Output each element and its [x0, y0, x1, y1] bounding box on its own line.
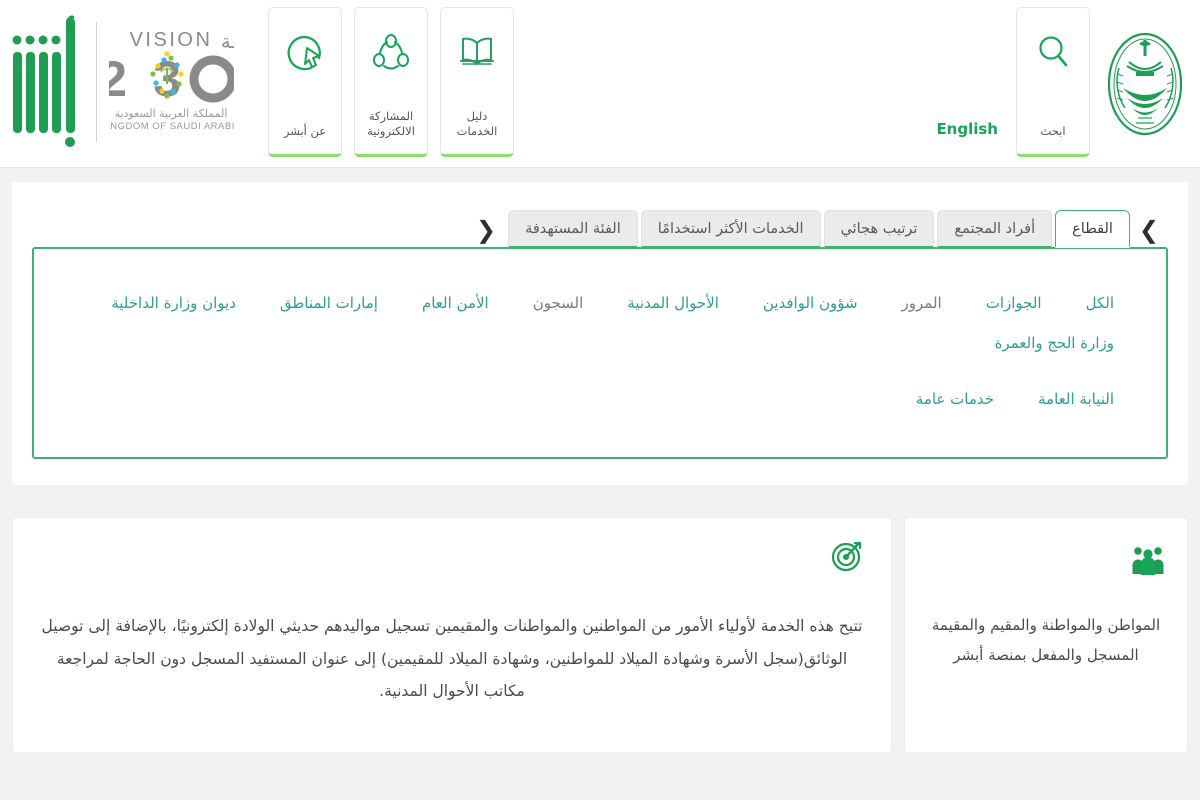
vision-2030-logo: VISION رؤيـــة 2 3 [99, 24, 271, 140]
tabs-next-arrow-icon[interactable]: ❮ [467, 218, 505, 248]
services-guide-label: دليل الخدمات [456, 108, 498, 139]
language-switch-link[interactable]: English [936, 120, 998, 138]
tab-alphabetical-order-label: ترتيب هجائي [840, 220, 918, 237]
search-icon [1036, 34, 1070, 74]
sector-chip-row-1: الكل الجوازات المرور شؤون الوافدين الأحو… [60, 275, 1140, 371]
filter-chip-regional-emirates[interactable]: إمارات المناطق [258, 283, 400, 323]
saudi-ministry-of-interior-emblem-icon [1107, 32, 1183, 136]
filter-chip-hajj-umrah-ministry[interactable]: وزارة الحج والعمرة [973, 323, 1136, 363]
tab-sector[interactable]: القطاع [1055, 209, 1130, 248]
e-participation-label: المشاركة الالكترونية [367, 108, 415, 139]
target-audience-card: المواطن والمواطنة والمقيم والمقيمة المسج… [904, 517, 1188, 753]
tab-target-group[interactable]: الفئة المستهدفة [508, 209, 638, 248]
filter-chip-public-prosecution[interactable]: النيابة العامة [1016, 379, 1136, 419]
filter-chip-passports[interactable]: الجوازات [964, 283, 1064, 323]
target-audience-text: المواطن والمواطنة والمقيم والمقيمة المسج… [931, 616, 1161, 664]
tabs-prev-arrow-icon[interactable]: ❯ [1130, 218, 1168, 248]
tab-most-used-services[interactable]: الخدمات الأكثر استخدامًا [640, 209, 821, 248]
filter-chip-public-security[interactable]: الأمن العام [400, 283, 511, 323]
services-filter-panel: ❯ القطاع أفراد المجتمع ترتيب هجائي الخدم… [12, 182, 1188, 485]
e-participation-people-network-icon [371, 34, 411, 76]
category-tabs: ❯ القطاع أفراد المجتمع ترتيب هجائي الخدم… [32, 204, 1168, 248]
svg-text:VISION: VISION [130, 29, 213, 51]
tab-sector-label: القطاع [1072, 220, 1113, 237]
header-nav-tiles: دليل الخدمات المشاركة الالكترونية عن أبش… [268, 0, 514, 157]
tab-most-used-services-label: الخدمات الأكثر استخدامًا [657, 220, 804, 237]
about-absher-button[interactable]: عن أبشر [268, 7, 342, 157]
header-logos: VISION رؤيـــة 2 3 [6, 10, 272, 154]
svg-text:المملكة العربية السعودية: المملكة العربية السعودية [115, 107, 228, 120]
logo-divider [96, 22, 97, 142]
tabs-strip: القطاع أفراد المجتمع ترتيب هجائي الخدمات… [505, 209, 1130, 248]
e-participation-button[interactable]: المشاركة الالكترونية [354, 7, 428, 157]
audience-icon-header [927, 544, 1165, 580]
search-button-label: ابحث [1040, 124, 1066, 139]
tab-community-members-label: أفراد المجتمع [954, 220, 1036, 237]
filter-chip-prisons[interactable]: السجون [511, 283, 606, 323]
filter-chip-interior-ministry-diwan[interactable]: ديوان وزارة الداخلية [89, 283, 258, 323]
about-absher-label: عن أبشر [283, 124, 327, 139]
absher-logo [6, 10, 84, 154]
tab-target-group-label: الفئة المستهدفة [525, 220, 621, 237]
filter-chip-general-services[interactable]: خدمات عامة [894, 379, 1016, 419]
target-bullseye-icon [831, 540, 863, 576]
svg-text:2: 2 [109, 51, 127, 107]
service-description-card: تتيح هذه الخدمة لأولياء الأمور من المواط… [12, 517, 892, 753]
sector-chip-row-2: النيابة العامة خدمات عامة [60, 371, 1140, 427]
open-book-icon [458, 34, 496, 74]
tab-community-members[interactable]: أفراد المجتمع [937, 209, 1053, 248]
filter-chip-traffic[interactable]: المرور [880, 283, 964, 323]
site-header: ابحث English دليل الخدمات المشاركة الالك… [0, 0, 1200, 168]
service-description-text: تتيح هذه الخدمة لأولياء الأمور من المواط… [41, 617, 863, 701]
svg-text:KINGDOM OF SAUDI ARABIA: KINGDOM OF SAUDI ARABIA [109, 121, 234, 132]
sector-filter-box: الكل الجوازات المرور شؤون الوافدين الأحو… [32, 247, 1168, 459]
services-guide-button[interactable]: دليل الخدمات [440, 7, 514, 157]
service-detail-row: المواطن والمواطنة والمقيم والمقيمة المسج… [12, 517, 1188, 753]
ministry-emblem [1090, 0, 1200, 168]
filter-chip-expatriate-affairs[interactable]: شؤون الوافدين [741, 283, 880, 323]
group-of-people-icon [1131, 544, 1165, 580]
tab-alphabetical-order[interactable]: ترتيب هجائي [823, 209, 935, 248]
section-separator [0, 485, 1200, 499]
filter-chip-civil-affairs[interactable]: الأحوال المدنية [605, 283, 741, 323]
about-circle-cursor-icon [286, 34, 324, 76]
search-button[interactable]: ابحث [1016, 7, 1090, 157]
description-icon-header [41, 540, 863, 576]
filter-chip-all[interactable]: الكل [1064, 283, 1136, 323]
svg-text:رؤيـــة: رؤيـــة [221, 31, 234, 53]
